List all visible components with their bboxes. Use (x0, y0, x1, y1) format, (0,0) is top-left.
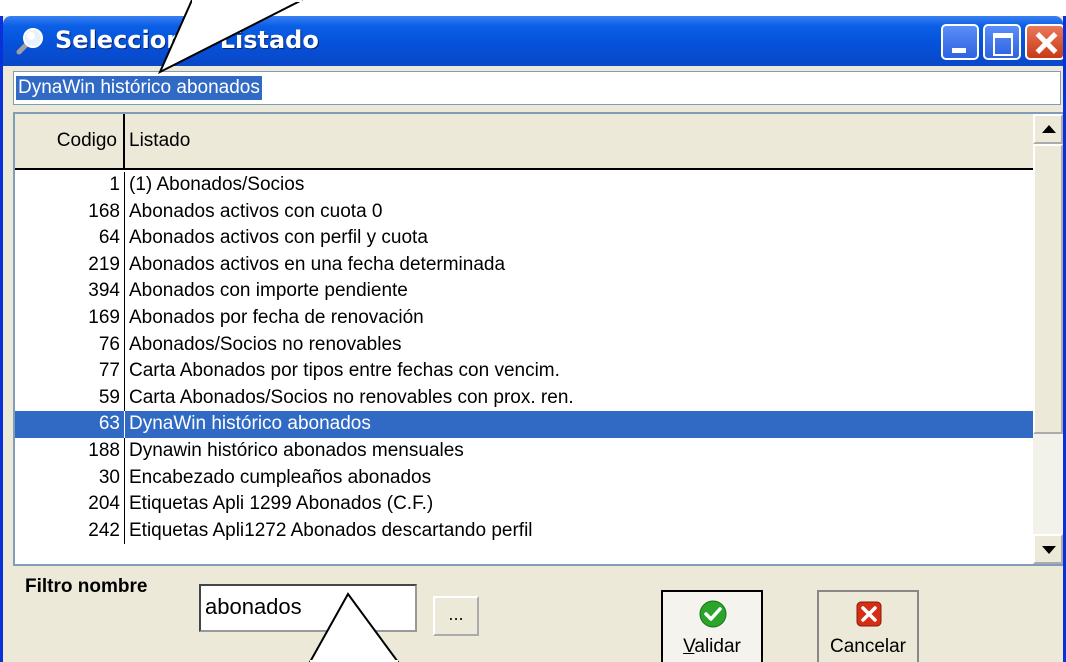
table-row[interactable]: 169 Abonados por fecha de renovación (15, 304, 1033, 332)
window-title: Seleccionar Listado (55, 26, 319, 54)
browse-button[interactable]: ... (433, 596, 479, 636)
cell-codigo: 204 (15, 491, 125, 518)
cell-codigo: 63 (15, 411, 125, 438)
table-row[interactable]: 77 Carta Abonados por tipos entre fechas … (15, 358, 1033, 385)
cell-listado: Carta Abonados por tipos entre fechas co… (129, 360, 560, 382)
filter-label: Filtro nombre (25, 576, 148, 597)
cell-codigo: 169 (15, 304, 125, 332)
cell-codigo: 394 (15, 278, 125, 305)
column-header-listado[interactable]: Listado (125, 114, 1033, 168)
dialog-window: Seleccionar Listado DynaWin histórico ab… (0, 16, 1066, 662)
scroll-up-icon[interactable] (1033, 114, 1063, 144)
cell-codigo: 59 (15, 384, 125, 412)
table-row[interactable]: 394 Abonados con importe pendiente (15, 278, 1033, 305)
cell-listado: Abonados por fecha de renovación (129, 306, 424, 328)
cell-codigo: 1 (15, 172, 125, 199)
validar-rest: alidar (694, 636, 741, 657)
scroll-thumb[interactable] (1033, 144, 1063, 434)
cell-listado: Abonados con importe pendiente (129, 280, 408, 302)
cell-listado: Abonados activos con perfil y cuota (129, 227, 428, 249)
cell-listado: Carta Abonados/Socios no renovables con … (129, 386, 574, 408)
cell-listado: Abonados/Socios no renovables (129, 333, 402, 355)
table-row[interactable]: 64 Abonados activos con perfil y cuota (15, 225, 1033, 252)
cancelar-label: Cancelar (829, 636, 907, 657)
selected-listado-field[interactable]: DynaWin histórico abonados (13, 71, 1061, 105)
vertical-scrollbar[interactable] (1033, 114, 1063, 564)
cell-codigo: 30 (15, 464, 125, 492)
table-row[interactable]: 204 Etiquetas Apli 1299 Abonados (C.F.) (15, 491, 1033, 518)
cell-listado: DynaWin histórico abonados (129, 413, 371, 435)
selected-listado-text: DynaWin histórico abonados (16, 76, 262, 100)
cell-listado: Etiquetas Apli1272 Abonados descartando … (129, 519, 533, 541)
validar-button[interactable]: Validar (661, 590, 763, 662)
cell-codigo: 168 (15, 198, 125, 226)
table-row[interactable]: 63 DynaWin histórico abonados (15, 411, 1033, 438)
table-row[interactable]: 59 Carta Abonados/Socios no renovables co… (15, 384, 1033, 412)
filter-input[interactable]: abonados (199, 584, 417, 632)
cell-codigo: 242 (15, 517, 125, 545)
column-header-codigo[interactable]: Codigo (15, 114, 125, 168)
validar-label: Validar (663, 636, 761, 658)
table-row[interactable]: 1 (1) Abonados/Socios (15, 172, 1033, 199)
search-icon (16, 28, 43, 55)
table-row[interactable]: 76 Abonados/Socios no renovables (15, 331, 1033, 359)
scroll-down-icon[interactable] (1033, 534, 1063, 564)
cell-codigo: 188 (15, 437, 125, 465)
cell-listado: Encabezado cumpleaños abonados (129, 466, 432, 488)
listado-grid[interactable]: Codigo Listado 1 (1) Abonados/Socios 168 Ab… (13, 112, 1063, 566)
cell-listado: (1) Abonados/Socios (129, 174, 305, 195)
cell-listado: Dynawin histórico abonados mensuales (129, 439, 464, 461)
filter-bar: Filtro nombre abonados ... Validar Cance… (3, 572, 1063, 662)
close-button[interactable] (1025, 24, 1063, 60)
cell-codigo: 76 (15, 331, 125, 359)
minimize-button[interactable] (941, 24, 979, 60)
table-row[interactable]: 168 Abonados activos con cuota 0 (15, 198, 1033, 226)
cell-listado: Abonados activos con cuota 0 (129, 200, 383, 222)
cancel-x-icon (856, 601, 882, 627)
table-row[interactable]: 219 Abonados activos en una fecha determi… (15, 251, 1033, 279)
cell-listado: Abonados activos en una fecha determinad… (129, 253, 506, 275)
title-bar[interactable]: Seleccionar Listado (3, 16, 1063, 66)
cell-codigo: 77 (15, 358, 125, 385)
grid-rows: 1 (1) Abonados/Socios 168 Abonados activos … (15, 172, 1033, 545)
cell-codigo: 64 (15, 225, 125, 252)
validar-mnemonic: V (683, 636, 695, 657)
cell-listado: Etiquetas Apli 1299 Abonados (C.F.) (129, 493, 434, 515)
table-row[interactable]: 242 Etiquetas Apli1272 Abonados descartan… (15, 517, 1033, 545)
maximize-button[interactable] (983, 24, 1021, 60)
checkmark-icon (699, 600, 727, 628)
table-row[interactable]: 30 Encabezado cumpleaños abonados (15, 464, 1033, 492)
table-row[interactable]: 188 Dynawin histórico abonados mensuales (15, 437, 1033, 465)
cancelar-button[interactable]: Cancelar (817, 590, 919, 662)
cell-codigo: 219 (15, 251, 125, 279)
grid-header: Codigo Listado (15, 114, 1033, 170)
